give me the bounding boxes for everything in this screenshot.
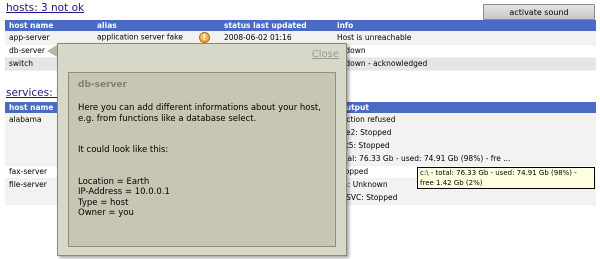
popup-line: It could look like this:: [78, 145, 169, 155]
popup-pointer: [47, 45, 57, 57]
col-status-last-updated[interactable]: status last updated: [220, 20, 333, 31]
services-title[interactable]: services: 7: [6, 87, 63, 99]
popup-line: IP-Address = 10.0.0.1: [78, 187, 170, 197]
popup-line: [78, 124, 326, 135]
col-check-output[interactable]: k output: [333, 102, 596, 113]
popup-close-link[interactable]: Close: [312, 49, 339, 60]
col-info[interactable]: info: [333, 20, 596, 31]
popup-line: Owner = you: [78, 208, 134, 218]
host-info: is down - acknowledged: [333, 57, 596, 71]
warning-icon: !: [198, 31, 210, 43]
service-output: TPSVC: Stopped: [333, 191, 596, 205]
popup-line: e.g. from functions like a database sele…: [78, 113, 257, 124]
col-alias[interactable]: alias: [93, 20, 220, 31]
col-host-name[interactable]: host name: [5, 20, 93, 31]
host-info: is down: [333, 44, 596, 58]
popup-line: [78, 135, 326, 146]
popup-title: db-server: [78, 80, 127, 90]
hosts-title[interactable]: hosts: 3 not ok: [6, 2, 84, 14]
service-output: nection refused: [333, 113, 596, 127]
service-output: che2: Stopped: [333, 126, 596, 140]
host-info: Host is unreachable: [333, 31, 596, 45]
popup-line: [78, 166, 326, 177]
activate-sound-button[interactable]: activate sound: [483, 4, 595, 20]
popup-line: Here you can add different informations …: [78, 103, 321, 113]
popup-line: Location = Earth: [78, 176, 150, 187]
service-output: kat5: Stopped: [333, 139, 596, 153]
host-info-popup: Close db-server Here you can add differe…: [57, 43, 347, 256]
popup-content: db-server Here you can add different inf…: [68, 72, 336, 247]
hosts-header-row: host name alias status last updated info: [5, 20, 596, 31]
service-output: total: 76.33 Gb - used: 74.91 Gb (98%) -…: [333, 152, 596, 166]
popup-line: [78, 156, 326, 167]
popup-line: Type = host: [78, 197, 129, 208]
alias-text: application server fake: [97, 32, 183, 42]
disk-usage-tooltip: c:\ - total: 76.33 Gb - used: 74.91 Gb (…: [417, 167, 595, 189]
